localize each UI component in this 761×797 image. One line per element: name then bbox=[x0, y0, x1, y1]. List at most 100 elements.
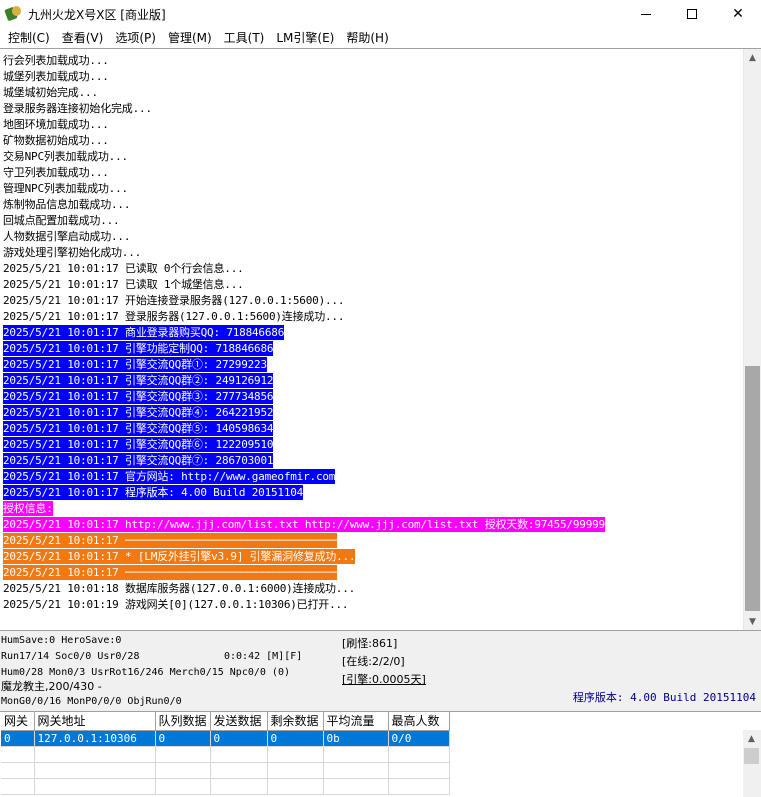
close-button[interactable]: ✕ bbox=[715, 0, 761, 28]
log-line: 2025/5/21 10:01:17 http://www.jjj.com/li… bbox=[0, 517, 742, 533]
log-line-text: 2025/5/21 10:01:17 开始连接登录服务器(127.0.0.1:5… bbox=[3, 294, 345, 307]
log-panel[interactable]: 行会列表加载成功... 城堡列表加载成功... 城堡城初始完成... 登录服务器连接初… bbox=[0, 48, 761, 631]
log-line-text: 守卫列表加载成功... bbox=[3, 166, 109, 179]
cell-address: 127.0.0.1:10306 bbox=[34, 730, 156, 747]
maximize-button[interactable] bbox=[669, 0, 715, 28]
log-line-text: 2025/5/21 10:01:17 已读取 1个城堡信息... bbox=[3, 278, 244, 291]
log-line: 2025/5/21 10:01:18 数据库服务器(127.0.0.1:6000… bbox=[0, 581, 742, 597]
table-scroll-up-icon[interactable]: ▲ bbox=[743, 730, 760, 747]
log-line-text: 城堡城初始完成... bbox=[3, 86, 98, 99]
log-line-text: 2025/5/21 10:01:17 ─────────────────────… bbox=[3, 533, 337, 548]
cell-send: 0 bbox=[210, 730, 268, 747]
log-line: 2025/5/21 10:01:17 引擎交流QQ群⑦: 286703001 bbox=[0, 453, 742, 469]
table-row-empty[interactable] bbox=[1, 762, 450, 779]
minimize-icon bbox=[641, 13, 651, 15]
log-line: 登录服务器连接初始化完成... bbox=[0, 101, 742, 117]
online-count: [在线:2/2/0] bbox=[342, 655, 405, 668]
log-line: 地图环境加载成功... bbox=[0, 117, 742, 133]
cell-max-users: 0/0 bbox=[388, 730, 450, 747]
table-scroll-thumb[interactable] bbox=[744, 748, 759, 764]
refresh-monster-count: [刷怪:861] bbox=[342, 637, 398, 650]
menu-lm-engine[interactable]: LM引擎(E) bbox=[270, 28, 340, 48]
log-line: 2025/5/21 10:01:17 引擎交流QQ群⑤: 140598634 bbox=[0, 421, 742, 437]
title-bar: 九州火龙X号X区 [商业版] ✕ bbox=[0, 0, 761, 28]
log-line-text: 交易NPC列表加载成功... bbox=[3, 150, 128, 163]
close-icon: ✕ bbox=[732, 6, 744, 22]
menu-bar: 控制(C) 查看(V) 选项(P) 管理(M) 工具(T) LM引擎(E) 帮助… bbox=[0, 28, 761, 48]
status-monsters: MonG0/0/16 MonP0/0/0 ObjRun0/0 bbox=[1, 696, 182, 707]
gateway-table: 网关 网关地址 队列数据 发送数据 剩余数据 平均流量 最高人数 0 127.0… bbox=[1, 712, 450, 795]
status-run: Run17/14 Soc0/0 Usr0/28 bbox=[1, 651, 140, 662]
table-row-empty[interactable] bbox=[1, 778, 450, 795]
log-line: 2025/5/21 10:01:17 登录服务器(127.0.0.1:5600)… bbox=[0, 309, 742, 325]
log-line: 2025/5/21 10:01:17 引擎功能定制QQ: 718846686 bbox=[0, 341, 742, 357]
scroll-thumb[interactable] bbox=[745, 366, 760, 611]
log-lines: 行会列表加载成功... 城堡列表加载成功... 城堡城初始完成... 登录服务器连接初… bbox=[0, 53, 742, 613]
log-line: 2025/5/21 10:01:17 引擎交流QQ群②: 249126912 bbox=[0, 373, 742, 389]
status-panel: HumSave:0 HeroSave:0 Run17/14 Soc0/0 Usr… bbox=[0, 632, 761, 710]
log-line-text: 矿物数据初始成功... bbox=[3, 134, 109, 147]
log-line: 矿物数据初始成功... bbox=[0, 133, 742, 149]
col-max-users[interactable]: 最高人数 bbox=[388, 712, 450, 731]
log-line: 2025/5/21 10:01:17 商业登录器购买QQ: 718846686 bbox=[0, 325, 742, 341]
log-line-text: 2025/5/21 10:01:17 引擎功能定制QQ: 718846686 bbox=[3, 341, 274, 356]
status-save: HumSave:0 HeroSave:0 bbox=[1, 635, 122, 646]
log-line-text: 2025/5/21 10:01:17 官方网站: http://www.game… bbox=[3, 469, 336, 484]
log-line-text: 2025/5/21 10:01:17 引擎交流QQ群③: 277734856 bbox=[3, 389, 274, 404]
menu-control[interactable]: 控制(C) bbox=[2, 28, 56, 48]
minimize-button[interactable] bbox=[623, 0, 669, 28]
log-line-text: 炼制物品信息加载成功... bbox=[3, 198, 131, 211]
log-line-text: 登录服务器连接初始化完成... bbox=[3, 102, 152, 115]
log-line-text: 2025/5/21 10:01:19 游戏网关[0](127.0.0.1:103… bbox=[3, 598, 349, 611]
log-line-text: 2025/5/21 10:01:17 引擎交流QQ群①: 27299223 bbox=[3, 357, 267, 372]
table-scrollbar[interactable]: ▲ bbox=[743, 730, 761, 797]
log-line-text: 人物数据引擎启动成功... bbox=[3, 230, 131, 243]
log-line-text: 授权信息: bbox=[3, 501, 53, 516]
log-scrollbar[interactable]: ▲ ▼ bbox=[743, 49, 761, 630]
engine-days-link[interactable]: [引擎:0.0005天] bbox=[342, 673, 426, 686]
log-line-text: 2025/5/21 10:01:17 商业登录器购买QQ: 718846686 bbox=[3, 325, 285, 340]
log-line: 管理NPC列表加载成功... bbox=[0, 181, 742, 197]
table-row-empty[interactable] bbox=[1, 746, 450, 763]
log-line: 守卫列表加载成功... bbox=[0, 165, 742, 181]
log-line: 游戏处理引擎初始化成功... bbox=[0, 245, 742, 261]
app-icon bbox=[4, 6, 22, 22]
log-line: 人物数据引擎启动成功... bbox=[0, 229, 742, 245]
cell-gateway: 0 bbox=[1, 730, 35, 747]
col-send-data[interactable]: 发送数据 bbox=[210, 712, 268, 731]
col-gateway-address[interactable]: 网关地址 bbox=[34, 712, 156, 731]
menu-manage[interactable]: 管理(M) bbox=[162, 28, 218, 48]
menu-tools[interactable]: 工具(T) bbox=[218, 28, 271, 48]
log-line-text: 2025/5/21 10:01:17 登录服务器(127.0.0.1:5600)… bbox=[3, 310, 345, 323]
col-average-traffic[interactable]: 平均流量 bbox=[323, 712, 389, 731]
col-remaining-data[interactable]: 剩余数据 bbox=[267, 712, 324, 731]
cell-traffic: 0b bbox=[323, 730, 389, 747]
log-line: 2025/5/21 10:01:17 引擎交流QQ群⑥: 122209510 bbox=[0, 437, 742, 453]
log-line-text: 2025/5/21 10:01:17 ─────────────────────… bbox=[3, 565, 337, 580]
scroll-up-icon[interactable]: ▲ bbox=[744, 49, 761, 66]
menu-help[interactable]: 帮助(H) bbox=[340, 28, 394, 48]
col-queue-data[interactable]: 队列数据 bbox=[155, 712, 211, 731]
program-version: 程序版本: 4.00 Build 20151104 bbox=[572, 691, 756, 704]
log-line: 城堡城初始完成... bbox=[0, 85, 742, 101]
menu-view[interactable]: 查看(V) bbox=[56, 28, 110, 48]
log-line: 2025/5/21 10:01:17 引擎交流QQ群③: 277734856 bbox=[0, 389, 742, 405]
log-line-text: 2025/5/21 10:01:17 引擎交流QQ群④: 264221952 bbox=[3, 405, 274, 420]
scroll-down-icon[interactable]: ▼ bbox=[744, 613, 761, 630]
log-line: 行会列表加载成功... bbox=[0, 53, 742, 69]
log-line-text: 2025/5/21 10:01:17 引擎交流QQ群⑥: 122209510 bbox=[3, 437, 274, 452]
log-line-text: 回城点配置加载成功... bbox=[3, 214, 120, 227]
log-line-text: 2025/5/21 10:01:17 http://www.jjj.com/li… bbox=[3, 517, 605, 532]
log-line-text: 2025/5/21 10:01:18 数据库服务器(127.0.0.1:6000… bbox=[3, 582, 356, 595]
col-gateway[interactable]: 网关 bbox=[1, 712, 35, 731]
table-row[interactable]: 0 127.0.0.1:10306 0 0 0 0b 0/0 bbox=[1, 730, 450, 747]
log-line: 2025/5/21 10:01:17 引擎交流QQ群④: 264221952 bbox=[0, 405, 742, 421]
gateway-table-panel: 网关 网关地址 队列数据 发送数据 剩余数据 平均流量 最高人数 0 127.0… bbox=[0, 711, 761, 797]
log-line-text: 城堡列表加载成功... bbox=[3, 70, 109, 83]
log-line: 交易NPC列表加载成功... bbox=[0, 149, 742, 165]
log-line: 2025/5/21 10:01:17 开始连接登录服务器(127.0.0.1:5… bbox=[0, 293, 742, 309]
log-line-text: 2025/5/21 10:01:17 程序版本: 4.00 Build 2015… bbox=[3, 485, 304, 500]
log-line-text: 管理NPC列表加载成功... bbox=[3, 182, 128, 195]
menu-options[interactable]: 选项(P) bbox=[109, 28, 162, 48]
cell-remaining: 0 bbox=[267, 730, 324, 747]
